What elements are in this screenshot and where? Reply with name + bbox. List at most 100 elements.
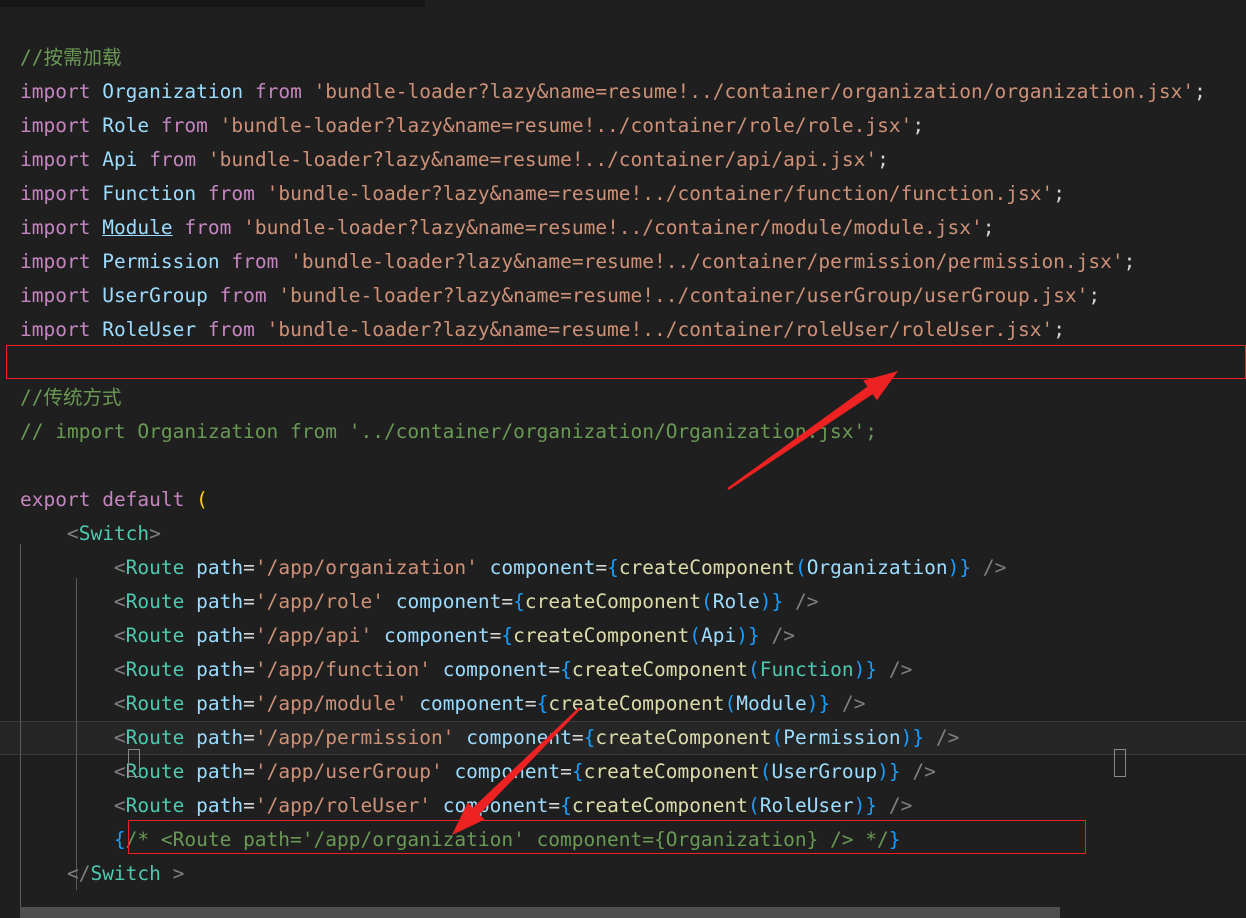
- code-line[interactable]: [0, 347, 1246, 381]
- code-token: }: [748, 624, 760, 647]
- code-token: createComponent: [513, 624, 690, 647]
- code-token: 'bundle-loader?lazy&name=resume!../conta…: [243, 216, 983, 239]
- code-line[interactable]: import Function from 'bundle-loader?lazy…: [0, 177, 1246, 211]
- code-token: <: [113, 624, 126, 647]
- code-token: (: [701, 590, 713, 613]
- code-line[interactable]: [0, 7, 1246, 41]
- code-token: }: [865, 658, 878, 681]
- code-line[interactable]: export default (: [0, 483, 1246, 517]
- code-line[interactable]: [0, 449, 1246, 483]
- code-token: =: [548, 794, 561, 817]
- code-token: export: [20, 488, 91, 511]
- code-line[interactable]: import Role from 'bundle-loader?lazy&nam…: [0, 109, 1246, 143]
- code-token: }: [865, 794, 878, 817]
- code-line[interactable]: // import Organization from '../containe…: [0, 415, 1246, 449]
- code-token: Api: [701, 624, 737, 647]
- code-token: 'bundle-loader?lazy&name=resume!../conta…: [219, 114, 913, 137]
- code-line[interactable]: <Route path='/app/roleUser' component={c…: [0, 789, 1246, 823]
- code-token: >: [149, 522, 161, 545]
- code-line[interactable]: import Permission from 'bundle-loader?la…: [0, 245, 1246, 279]
- code-line[interactable]: {/* <Route path='/app/organization' comp…: [0, 823, 1246, 857]
- code-token: ;: [1053, 318, 1065, 341]
- code-token: component: [489, 556, 596, 579]
- code-line[interactable]: import RoleUser from 'bundle-loader?lazy…: [0, 313, 1246, 347]
- code-line[interactable]: <Route path='/app/userGroup' component={…: [0, 755, 1246, 789]
- code-line[interactable]: import UserGroup from 'bundle-loader?laz…: [0, 279, 1246, 313]
- code-token: path: [196, 624, 244, 647]
- code-line[interactable]: import Organization from 'bundle-loader?…: [0, 75, 1246, 109]
- code-token: import: [20, 148, 91, 171]
- code-token: 'bundle-loader?lazy&name=resume!../conta…: [290, 250, 1124, 273]
- code-token: '/app/module': [254, 692, 408, 715]
- code-token: =: [524, 692, 537, 715]
- code-token: =: [560, 760, 572, 783]
- code-token: createComponent: [618, 556, 795, 579]
- code-line[interactable]: <Route path='/app/organization' componen…: [0, 551, 1246, 585]
- code-token: from: [207, 318, 255, 341]
- code-token: }: [912, 726, 925, 749]
- code-token: component: [384, 624, 490, 647]
- code-token: (: [747, 794, 760, 817]
- code-token: (: [724, 692, 737, 715]
- code-token: '/app/function': [254, 658, 431, 681]
- code-token: <: [66, 522, 79, 545]
- code-token: component: [419, 692, 525, 715]
- code-token: ;: [912, 114, 925, 137]
- code-token: '/app/api': [254, 624, 373, 647]
- code-token: =: [548, 658, 561, 681]
- code-line[interactable]: //按需加载: [0, 41, 1246, 75]
- code-token: <: [113, 590, 126, 613]
- code-line[interactable]: <Switch>: [0, 517, 1246, 551]
- code-token: =: [489, 624, 502, 647]
- code-token: /* <Route path='/app/organization' compo…: [125, 828, 889, 851]
- code-token: Route: [125, 590, 185, 613]
- code-line[interactable]: import Api from 'bundle-loader?lazy&name…: [0, 143, 1246, 177]
- code-line[interactable]: <Route path='/app/api' component={create…: [0, 619, 1246, 653]
- code-token: =: [595, 556, 608, 579]
- code-editor[interactable]: import { createComponent } from './bundl…: [0, 0, 1246, 918]
- code-token: import: [20, 250, 91, 273]
- code-token: from: [149, 148, 197, 171]
- code-token: />: [794, 590, 819, 613]
- code-line[interactable]: <Route path='/app/function' component={c…: [0, 653, 1246, 687]
- code-token: ): [877, 760, 889, 783]
- horizontal-scrollbar-thumb[interactable]: [20, 907, 1060, 918]
- code-token: path: [196, 556, 244, 579]
- code-line[interactable]: import Module from 'bundle-loader?lazy&n…: [0, 211, 1246, 245]
- code-token: (: [771, 726, 784, 749]
- code-token: <: [113, 760, 126, 783]
- code-line[interactable]: //传统方式: [0, 381, 1246, 415]
- code-token: }: [818, 692, 831, 715]
- code-line[interactable]: <Route path='/app/role' component={creat…: [0, 585, 1246, 619]
- code-token: Route: [125, 556, 185, 579]
- code-line[interactable]: </Switch >: [0, 857, 1246, 891]
- code-token: <: [113, 726, 126, 749]
- code-token: Route: [125, 760, 185, 783]
- code-token: Route: [125, 794, 185, 817]
- code-token: UserGroup: [771, 760, 878, 783]
- code-line[interactable]: <Route path='/app/permission' component=…: [0, 721, 1246, 755]
- code-line[interactable]: <Route path='/app/module' component={cre…: [0, 687, 1246, 721]
- code-token: Permission: [783, 726, 901, 749]
- code-token: =: [243, 760, 255, 783]
